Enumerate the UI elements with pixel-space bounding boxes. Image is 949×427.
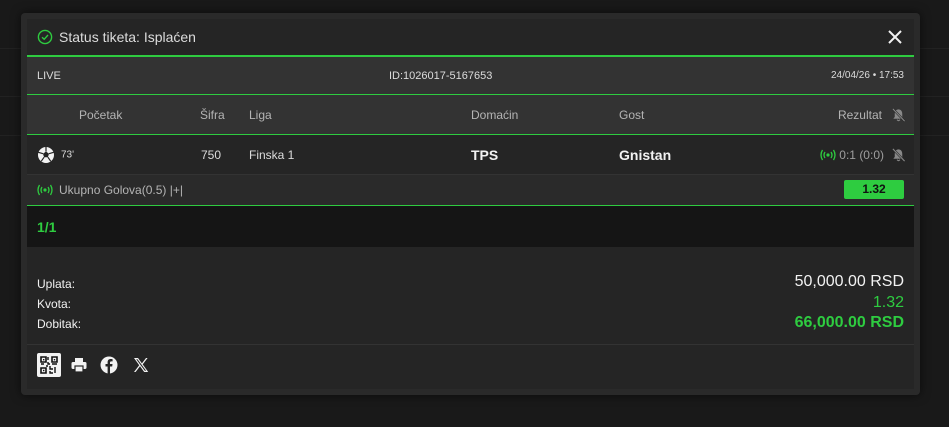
- col-home: Domaćin: [471, 107, 519, 122]
- match-count-label: 1/1: [37, 219, 57, 235]
- col-start: Početak: [79, 107, 123, 122]
- ticket-summary: Uplata: Kvota: Dobitak: 50,000.00 RSD 1.…: [27, 247, 914, 345]
- bell-off-icon[interactable]: [891, 107, 906, 122]
- x-twitter-icon: [134, 358, 149, 372]
- x-share-button[interactable]: [129, 353, 153, 377]
- match-row: 73' 750 Finska 1 TPS Gnistan 0:1 (0:0): [27, 135, 914, 175]
- check-circle-icon: [37, 29, 53, 45]
- qr-code-button[interactable]: [37, 353, 61, 377]
- away-team: Gnistan: [619, 146, 672, 163]
- live-signal-icon: [37, 184, 53, 196]
- home-team: TPS: [471, 146, 499, 163]
- modal-title: Status tiketa: Isplaćen: [59, 29, 196, 45]
- win-value: 66,000.00 RSD: [794, 314, 904, 331]
- odds-label: Kvota:: [37, 297, 72, 311]
- facebook-share-button[interactable]: [97, 353, 121, 377]
- qr-code-icon: [40, 356, 58, 374]
- ticket-datetime: 24/04/26 • 17:53: [830, 70, 904, 81]
- bell-off-icon[interactable]: [891, 147, 906, 162]
- win-label: Dobitak:: [37, 317, 82, 331]
- odds-value: 1.32: [872, 294, 904, 311]
- match-minute: 73': [61, 149, 75, 160]
- ticket-panel: Status tiketa: Isplaćen LIVE ID:1026017-…: [27, 19, 914, 389]
- stake-label: Uplata:: [37, 277, 76, 291]
- ticket-info-bar: LIVE ID:1026017-5167653 24/04/26 • 17:53: [27, 57, 914, 95]
- print-button[interactable]: [67, 353, 91, 377]
- col-code: Šifra: [200, 107, 225, 122]
- col-away: Gost: [619, 107, 645, 122]
- ticket-status-modal: Status tiketa: Isplaćen LIVE ID:1026017-…: [21, 13, 920, 395]
- pick-label: Ukupno Golova(0.5) |+|: [59, 183, 183, 197]
- ticket-id: ID:1026017-5167653: [389, 69, 493, 82]
- modal-header: Status tiketa: Isplaćen: [27, 19, 914, 57]
- stake-value: 50,000.00 RSD: [794, 273, 904, 290]
- match-score: 0:1 (0:0): [839, 147, 884, 162]
- col-league: Liga: [249, 107, 272, 122]
- share-actions: [27, 345, 914, 385]
- soccer-ball-icon: [38, 146, 54, 163]
- match-league: Finska 1: [249, 147, 295, 162]
- facebook-icon: [100, 356, 118, 374]
- match-count: 1/1: [27, 206, 914, 247]
- live-label: LIVE: [37, 69, 61, 82]
- col-result: Rezultat: [837, 107, 882, 122]
- pick-row: Ukupno Golova(0.5) |+| 1.32: [27, 175, 914, 206]
- column-headers: Početak Šifra Liga Domaćin Gost Rezultat: [27, 95, 914, 135]
- pick-odd-badge: 1.32: [844, 180, 904, 199]
- match-code: 750: [201, 147, 222, 162]
- printer-icon: [71, 358, 87, 373]
- live-signal-icon: [820, 149, 836, 160]
- close-icon[interactable]: [886, 28, 904, 46]
